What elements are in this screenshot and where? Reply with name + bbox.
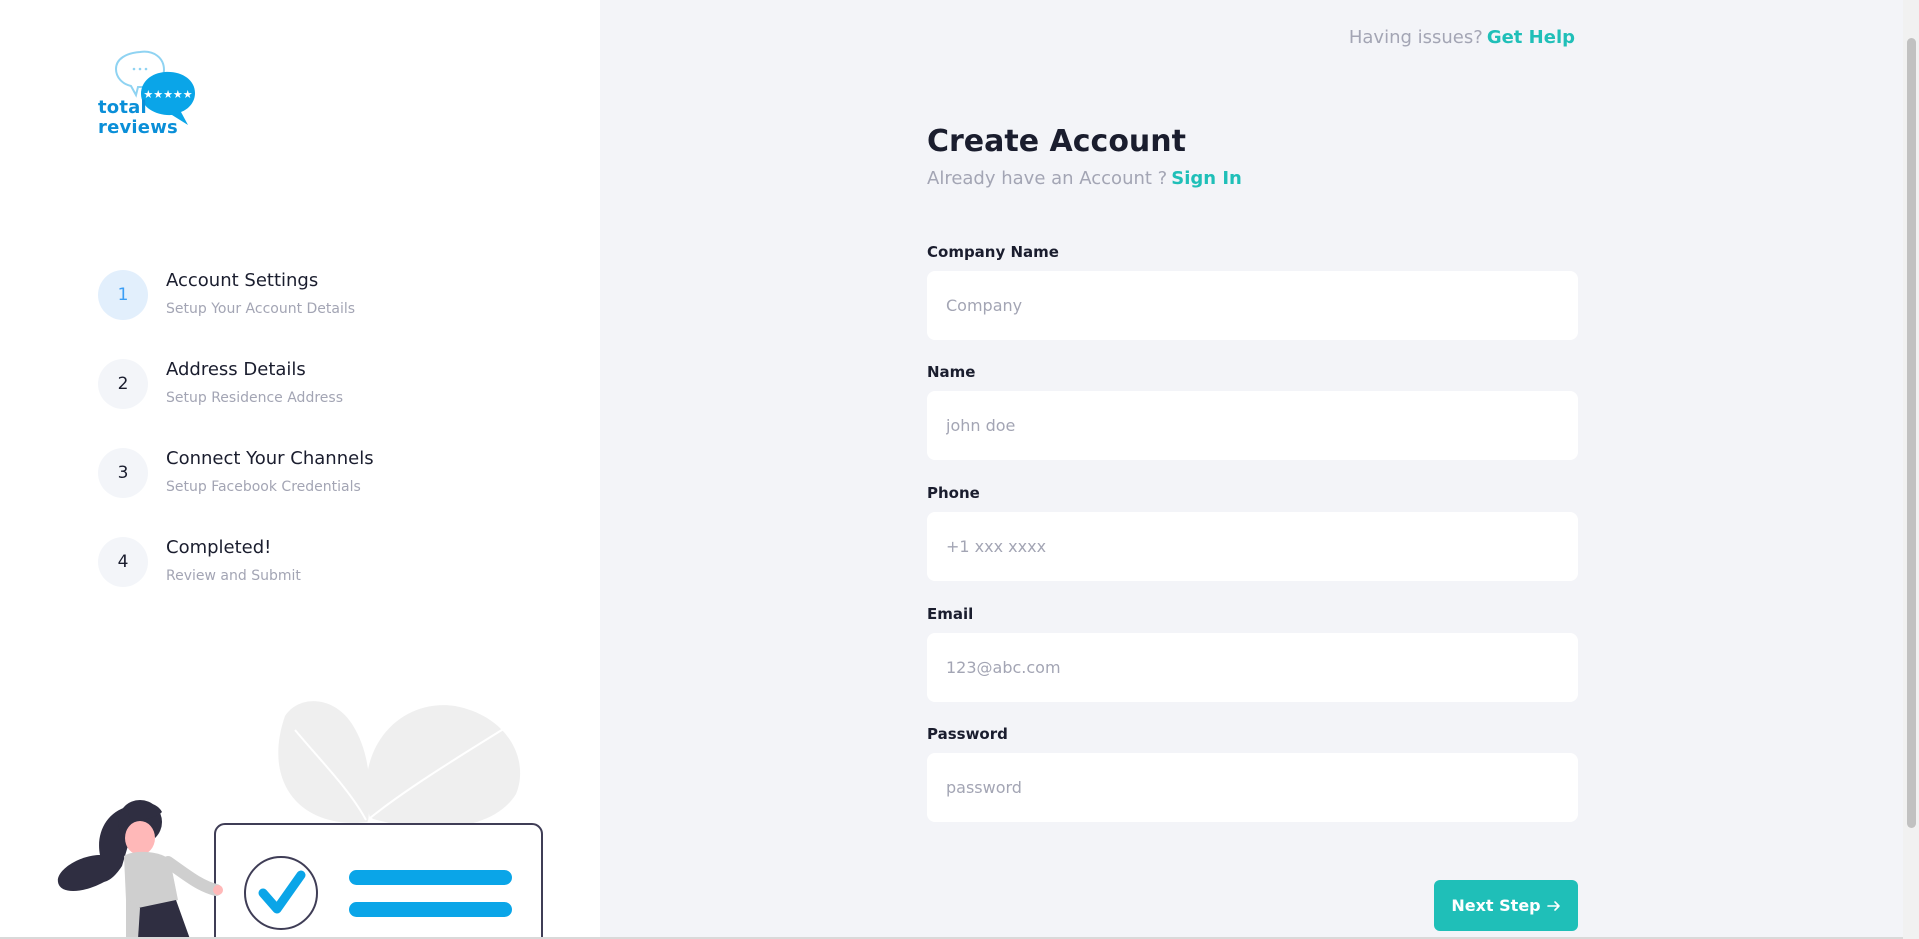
email-field: Email <box>927 604 1578 702</box>
company-name-label: Company Name <box>927 243 1059 261</box>
password-input[interactable] <box>927 753 1578 822</box>
brand-wordmark: total reviews <box>98 98 178 138</box>
brand-logo[interactable]: ★★★★★ total reviews <box>98 46 224 146</box>
password-label: Password <box>927 725 1008 743</box>
step-title: Address Details <box>166 359 306 380</box>
checklist-illustration <box>57 701 543 939</box>
scrollbar-thumb[interactable] <box>1907 38 1916 828</box>
next-step-button[interactable]: Next Step <box>1434 880 1578 931</box>
brand-line2: reviews <box>98 117 178 138</box>
arrow-right-icon <box>1546 900 1560 911</box>
company-name-input[interactable] <box>927 271 1578 340</box>
password-field: Password <box>927 724 1578 822</box>
name-field: Name <box>927 362 1578 460</box>
phone-field: Phone <box>927 483 1578 581</box>
main-panel: Having issues? Get Help Create Account Al… <box>600 0 1903 939</box>
phone-label: Phone <box>927 484 980 502</box>
step-title: Account Settings <box>166 270 319 291</box>
help-line: Having issues? Get Help <box>1349 27 1575 48</box>
step-title: Connect Your Channels <box>166 448 374 469</box>
help-text: Having issues? <box>1348 27 1483 48</box>
step-number: 2 <box>98 359 148 409</box>
step-title: Completed! <box>166 537 272 558</box>
get-help-link[interactable]: Get Help <box>1487 27 1575 48</box>
next-step-label: Next Step <box>1451 896 1541 915</box>
step-number: 3 <box>98 448 148 498</box>
step-subtitle: Setup Your Account Details <box>166 301 356 317</box>
page-scrollbar[interactable] <box>1903 0 1919 939</box>
signin-prompt: Already have an Account ? Sign In <box>927 168 1578 189</box>
sidebar: ★★★★★ total reviews 1 Account Settings S… <box>0 0 600 939</box>
brand-line1: total <box>98 97 147 118</box>
phone-input[interactable] <box>927 512 1578 581</box>
step-subtitle: Setup Residence Address <box>166 390 343 406</box>
create-account-form: Create Account Already have an Account ?… <box>927 120 1578 931</box>
signin-prompt-text: Already have an Account ? <box>927 168 1168 189</box>
name-label: Name <box>927 363 976 381</box>
step-subtitle: Review and Submit <box>166 568 301 584</box>
email-label: Email <box>927 605 974 623</box>
company-name-field: Company Name <box>927 242 1578 340</box>
step-number: 4 <box>98 537 148 587</box>
step-number: 1 <box>98 270 148 320</box>
page-title: Create Account <box>927 124 1186 159</box>
email-input[interactable] <box>927 633 1578 702</box>
sign-in-link[interactable]: Sign In <box>1171 168 1242 189</box>
name-input[interactable] <box>927 391 1578 460</box>
step-subtitle: Setup Facebook Credentials <box>166 479 361 495</box>
